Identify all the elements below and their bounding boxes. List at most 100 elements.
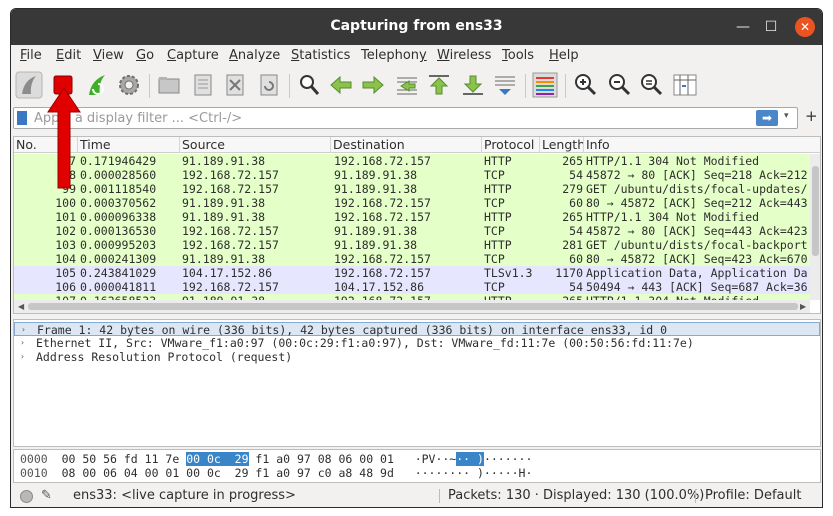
apply-filter-arrow-icon[interactable]: ➡ — [756, 110, 778, 126]
cell-proto: HTTP — [484, 182, 512, 196]
expert-info-status-icon[interactable] — [20, 490, 33, 503]
zoom-out-icon[interactable] — [605, 71, 633, 99]
cell-info: 45872 → 80 [ACK] Seq=218 Ack=212 — [586, 168, 808, 182]
cell-proto: HTTP — [484, 154, 512, 168]
column-header-source[interactable]: Source — [180, 137, 331, 153]
display-filter-input[interactable] — [34, 110, 734, 126]
go-forward-icon[interactable] — [359, 71, 387, 99]
cell-no: 101 — [55, 210, 76, 224]
menu-tools[interactable]: Tools — [502, 48, 534, 63]
menu-wireless[interactable]: Wireless — [437, 48, 491, 63]
colorize-icon[interactable] — [531, 71, 559, 99]
cell-info: Application Data, Application Da — [586, 266, 808, 280]
close-file-icon[interactable] — [221, 71, 249, 99]
column-header-time[interactable]: Time — [78, 137, 180, 153]
horizontal-scroll-thumb[interactable] — [28, 303, 798, 310]
packet-details-pane: › Frame 1: 42 bytes on wire (336 bits), 4… — [13, 319, 821, 447]
cell-len: 54 — [569, 168, 583, 182]
shark-fin-start-icon[interactable] — [15, 71, 43, 99]
cell-proto: TLSv1.3 — [484, 266, 533, 280]
maximize-button[interactable]: ☐ — [761, 17, 781, 37]
menu-help[interactable]: Help — [549, 48, 579, 63]
table-row[interactable]: 99 0.001118540 192.168.72.157 91.189.91.38 H… — [14, 182, 810, 196]
hex-dump-line[interactable]: 0010 08 00 06 04 00 01 00 0c 29 f1 a0 97… — [20, 466, 532, 480]
cell-len: 60 — [569, 196, 583, 210]
profile-selector[interactable]: Profile: Default — [705, 488, 801, 503]
menu-analyze[interactable]: Analyze — [229, 48, 280, 63]
detail-tree-item[interactable]: › Frame 1: 42 bytes on wire (336 bits), 4… — [14, 322, 820, 337]
cell-time: 0.000041811 — [80, 280, 157, 294]
cell-src: 91.189.91.38 — [182, 154, 266, 168]
go-first-icon[interactable] — [425, 71, 453, 99]
restart-capture-icon[interactable] — [83, 71, 111, 99]
detail-tree-item[interactable]: › Address Resolution Protocol (request) — [14, 350, 820, 364]
scroll-left-icon[interactable]: ◀ — [18, 302, 24, 311]
go-to-packet-icon[interactable] — [393, 71, 421, 99]
cell-time: 0.001118540 — [80, 182, 157, 196]
resize-columns-icon[interactable] — [671, 71, 699, 99]
cell-no: 103 — [55, 238, 76, 252]
capture-options-gear-icon[interactable] — [115, 71, 143, 99]
cell-src: 104.17.152.86 — [182, 266, 273, 280]
minimize-button[interactable]: — — [733, 17, 753, 37]
reload-icon[interactable] — [255, 71, 283, 99]
vertical-scroll-thumb[interactable] — [812, 166, 819, 256]
cell-dst: 192.168.72.157 — [334, 196, 431, 210]
save-file-icon[interactable] — [189, 71, 217, 99]
hex-hex-sel: 00 0c 29 — [186, 452, 249, 466]
table-row[interactable]: 105 0.243841029 104.17.152.86 192.168.72.15… — [14, 266, 810, 280]
table-row[interactable]: 101 0.000096338 91.189.91.38 192.168.72.157… — [14, 210, 810, 224]
table-row[interactable]: 102 0.000136530 192.168.72.157 91.189.91.38… — [14, 224, 810, 238]
menu-statistics[interactable]: Statistics — [291, 48, 350, 63]
filter-dropdown-chevron-icon[interactable]: ▾ — [784, 111, 789, 121]
table-row[interactable]: 970.17194642991.189.91.38192.168.72.157H… — [14, 154, 810, 168]
cell-no: 106 — [55, 280, 76, 294]
close-window-button[interactable]: ✕ — [795, 17, 815, 37]
menu-capture[interactable]: Capture — [167, 48, 219, 63]
menu-view[interactable]: View — [93, 48, 124, 63]
expand-arrow-icon[interactable]: › — [21, 323, 26, 337]
column-header-info[interactable]: Info — [584, 137, 820, 153]
capture-comment-edit-icon[interactable]: ✎ — [41, 488, 52, 503]
filter-bookmark-icon[interactable] — [17, 111, 27, 125]
column-header-protocol[interactable]: Protocol — [482, 137, 540, 153]
menu-go[interactable]: Go — [136, 48, 154, 63]
scroll-right-icon[interactable]: ▶ — [800, 302, 806, 311]
cell-time: 0.000028560 — [80, 168, 157, 182]
hex-offset: 0000 — [20, 452, 48, 466]
packet-list-vertical-scrollbar[interactable] — [810, 154, 820, 300]
packet-list-horizontal-scrollbar[interactable]: ◀ ▶ — [14, 300, 810, 313]
menu-edit[interactable]: Edit — [56, 48, 81, 63]
hex-hex-post: f1 a0 97 08 06 00 01 — [248, 452, 394, 466]
hex-dump-line[interactable]: 0000 00 50 56 fd 11 7e 00 0c 29 f1 a0 97… — [20, 452, 532, 466]
cell-no: 105 — [55, 266, 76, 280]
zoom-in-icon[interactable] — [571, 71, 599, 99]
table-row[interactable]: 980.000028560192.168.72.15791.189.91.38T… — [14, 168, 810, 182]
cell-proto: TCP — [484, 224, 505, 238]
cell-len: 279 — [562, 182, 583, 196]
menu-bar: File Edit View Go Capture Analyze Statistics Te… — [11, 45, 822, 67]
table-row[interactable]: 104 0.000241309 91.189.91.38 192.168.72.157… — [14, 252, 810, 266]
zoom-normal-icon[interactable] — [637, 71, 665, 99]
column-header-length[interactable]: Length — [540, 137, 584, 153]
hex-hex-pre: 08 00 06 04 00 01 00 0c 29 f1 a0 97 c0 a… — [61, 466, 394, 480]
menu-telephony[interactable]: Telephony — [361, 48, 427, 63]
table-row[interactable]: 100 0.000370562 91.189.91.38 192.168.72.157… — [14, 196, 810, 210]
menu-file[interactable]: File — [20, 48, 42, 63]
expand-arrow-icon[interactable]: › — [20, 336, 25, 350]
cell-no: 100 — [55, 196, 76, 210]
expand-arrow-icon[interactable]: › — [20, 350, 25, 364]
cell-dst: 91.189.91.38 — [334, 224, 418, 238]
add-filter-button[interactable]: + — [805, 107, 818, 125]
autoscroll-icon[interactable] — [491, 71, 519, 99]
find-packet-icon[interactable] — [295, 71, 323, 99]
go-last-icon[interactable] — [459, 71, 487, 99]
cell-src: 91.189.91.38 — [182, 196, 266, 210]
hex-ascii-pre: ········ )·····H· — [414, 466, 533, 480]
go-back-icon[interactable] — [327, 71, 355, 99]
table-row[interactable]: 106 0.000041811 192.168.72.157 104.17.152.8… — [14, 280, 810, 294]
detail-tree-item[interactable]: › Ethernet II, Src: VMware_f1:a0:97 (00:0… — [14, 336, 820, 350]
open-folder-icon[interactable] — [155, 71, 183, 99]
column-header-destination[interactable]: Destination — [331, 137, 482, 153]
table-row[interactable]: 103 0.000995203 192.168.72.157 91.189.91.38… — [14, 238, 810, 252]
